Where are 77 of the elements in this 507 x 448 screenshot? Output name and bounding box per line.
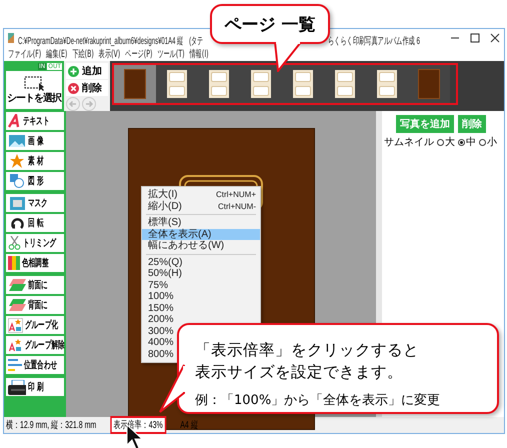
menu-item[interactable]: ファイル(F) xyxy=(8,47,42,61)
menu-item[interactable]: 表示(V) xyxy=(98,47,120,61)
menu-item[interactable]: ツール(T) xyxy=(157,47,185,61)
select-sheet-button[interactable]: シートを選択 xyxy=(6,71,62,109)
image-tool-icon xyxy=(8,135,26,147)
menu-item[interactable]: ページ(P) xyxy=(125,47,152,61)
ungroup-tool-icon xyxy=(8,338,23,352)
mask-tool-icon xyxy=(8,196,26,210)
shape-tool-icon xyxy=(8,174,26,188)
callout-note: 例：「100%」から「全体を表示」に変更 xyxy=(195,392,442,409)
hue-tool-icon xyxy=(8,256,20,270)
tool-button[interactable]: 画 像 xyxy=(6,132,64,150)
app-title: らくらく印刷写真アルバム作成 6 xyxy=(328,34,420,48)
page-thumbnail xyxy=(209,70,229,98)
delete-page-button[interactable]: 削除 xyxy=(66,80,108,96)
tool-button[interactable]: トリミング xyxy=(6,234,64,252)
group-tool-icon xyxy=(8,318,23,332)
page-thumbnail xyxy=(335,70,355,98)
zoom-menu-item[interactable]: 75% xyxy=(142,280,172,291)
zoom-menu-item[interactable]: 拡大(I) Ctrl+NUM+ xyxy=(142,189,260,200)
callout-text: ページ 一覧 xyxy=(224,14,316,36)
tool-button[interactable]: 位置合わせ xyxy=(6,356,64,374)
tool-button[interactable]: 色相調整 xyxy=(6,254,64,272)
zoom-menu-item[interactable]: 全体を表示(A) xyxy=(142,228,260,240)
size-radio[interactable]: 大 xyxy=(437,135,455,149)
app-icon xyxy=(8,33,14,43)
menu-item[interactable]: 下絵(B) xyxy=(72,47,94,61)
x-circle-icon xyxy=(68,82,79,94)
add-page-button[interactable]: 追加 xyxy=(66,63,108,79)
tool-button[interactable]: マスク xyxy=(6,194,64,212)
back-tool-icon xyxy=(8,299,26,311)
zoom-menu-item[interactable]: 標準(S) xyxy=(142,217,186,228)
page-thumbnail xyxy=(167,70,187,98)
zoom-menu-item[interactable]: 25%(Q) xyxy=(142,256,186,268)
page-slot[interactable] xyxy=(156,65,198,103)
page-thumbnail xyxy=(251,70,271,98)
window-title: C:¥ProgramData¥De-net¥rakuprint_album6¥designs¥01A4 縦 (タテ xyxy=(18,34,204,48)
page-thumbnail xyxy=(377,70,397,98)
tool-button[interactable]: テキスト xyxy=(6,112,64,130)
tool-button[interactable]: 図 形 xyxy=(6,172,64,190)
zoom-menu-item[interactable]: 縮小(D) Ctrl+NUM- xyxy=(142,200,260,212)
thumbnail-label: サムネイル xyxy=(384,136,434,149)
zoom-menu-item[interactable]: 150% xyxy=(142,302,178,314)
text-tool-icon xyxy=(8,114,21,128)
tool-button[interactable]: 前面に xyxy=(6,276,64,294)
close-icon[interactable] xyxy=(490,33,500,43)
zoom-menu-item[interactable]: 300% xyxy=(142,326,178,337)
zoom-menu-item[interactable]: 100% xyxy=(142,291,178,302)
size-radio[interactable]: 中 xyxy=(458,135,476,149)
plus-circle-icon xyxy=(68,66,79,76)
tool-button[interactable]: 背面に xyxy=(6,296,64,314)
tool-button[interactable]: 素 材 xyxy=(6,152,64,170)
maximize-icon[interactable] xyxy=(470,33,480,43)
align-tool-icon xyxy=(8,359,22,371)
tool-button[interactable]: 印 刷 xyxy=(6,378,64,396)
callout-text: 「表示倍率」をクリックすると xyxy=(195,340,420,361)
trim-tool-icon xyxy=(8,236,21,250)
zoom-menu-item[interactable]: 400% xyxy=(142,337,178,348)
zoom-menu-item[interactable]: 50%(H) xyxy=(142,268,186,280)
menu-item[interactable]: 編集(E) xyxy=(46,47,68,61)
front-tool-icon xyxy=(8,279,26,291)
menu-item[interactable]: 情報(I) xyxy=(190,47,209,61)
cursor-position: 横：12.9 mm, 縦：321.8 mm xyxy=(6,418,96,432)
tool-button[interactable]: グループ化 xyxy=(6,316,64,334)
callout-text: 表示サイズを設定できます。 xyxy=(195,362,404,383)
size-radio[interactable]: 小 xyxy=(479,135,497,149)
page-thumbnail xyxy=(293,70,313,98)
cover-thumbnail xyxy=(124,69,146,99)
star-tool-icon xyxy=(8,154,26,168)
selection-icon xyxy=(23,75,45,91)
zoom-menu-item[interactable]: 200% xyxy=(142,314,178,326)
print-tool-icon xyxy=(8,380,26,394)
paper-size: A4 縦 xyxy=(180,419,198,432)
cover-thumbnail xyxy=(418,69,440,99)
zoom-menu-item[interactable]: 幅にあわせる(W) xyxy=(142,240,228,252)
zoom-menu-item[interactable]: 800% xyxy=(142,348,178,360)
tool-button[interactable]: 回 転 xyxy=(6,214,64,232)
